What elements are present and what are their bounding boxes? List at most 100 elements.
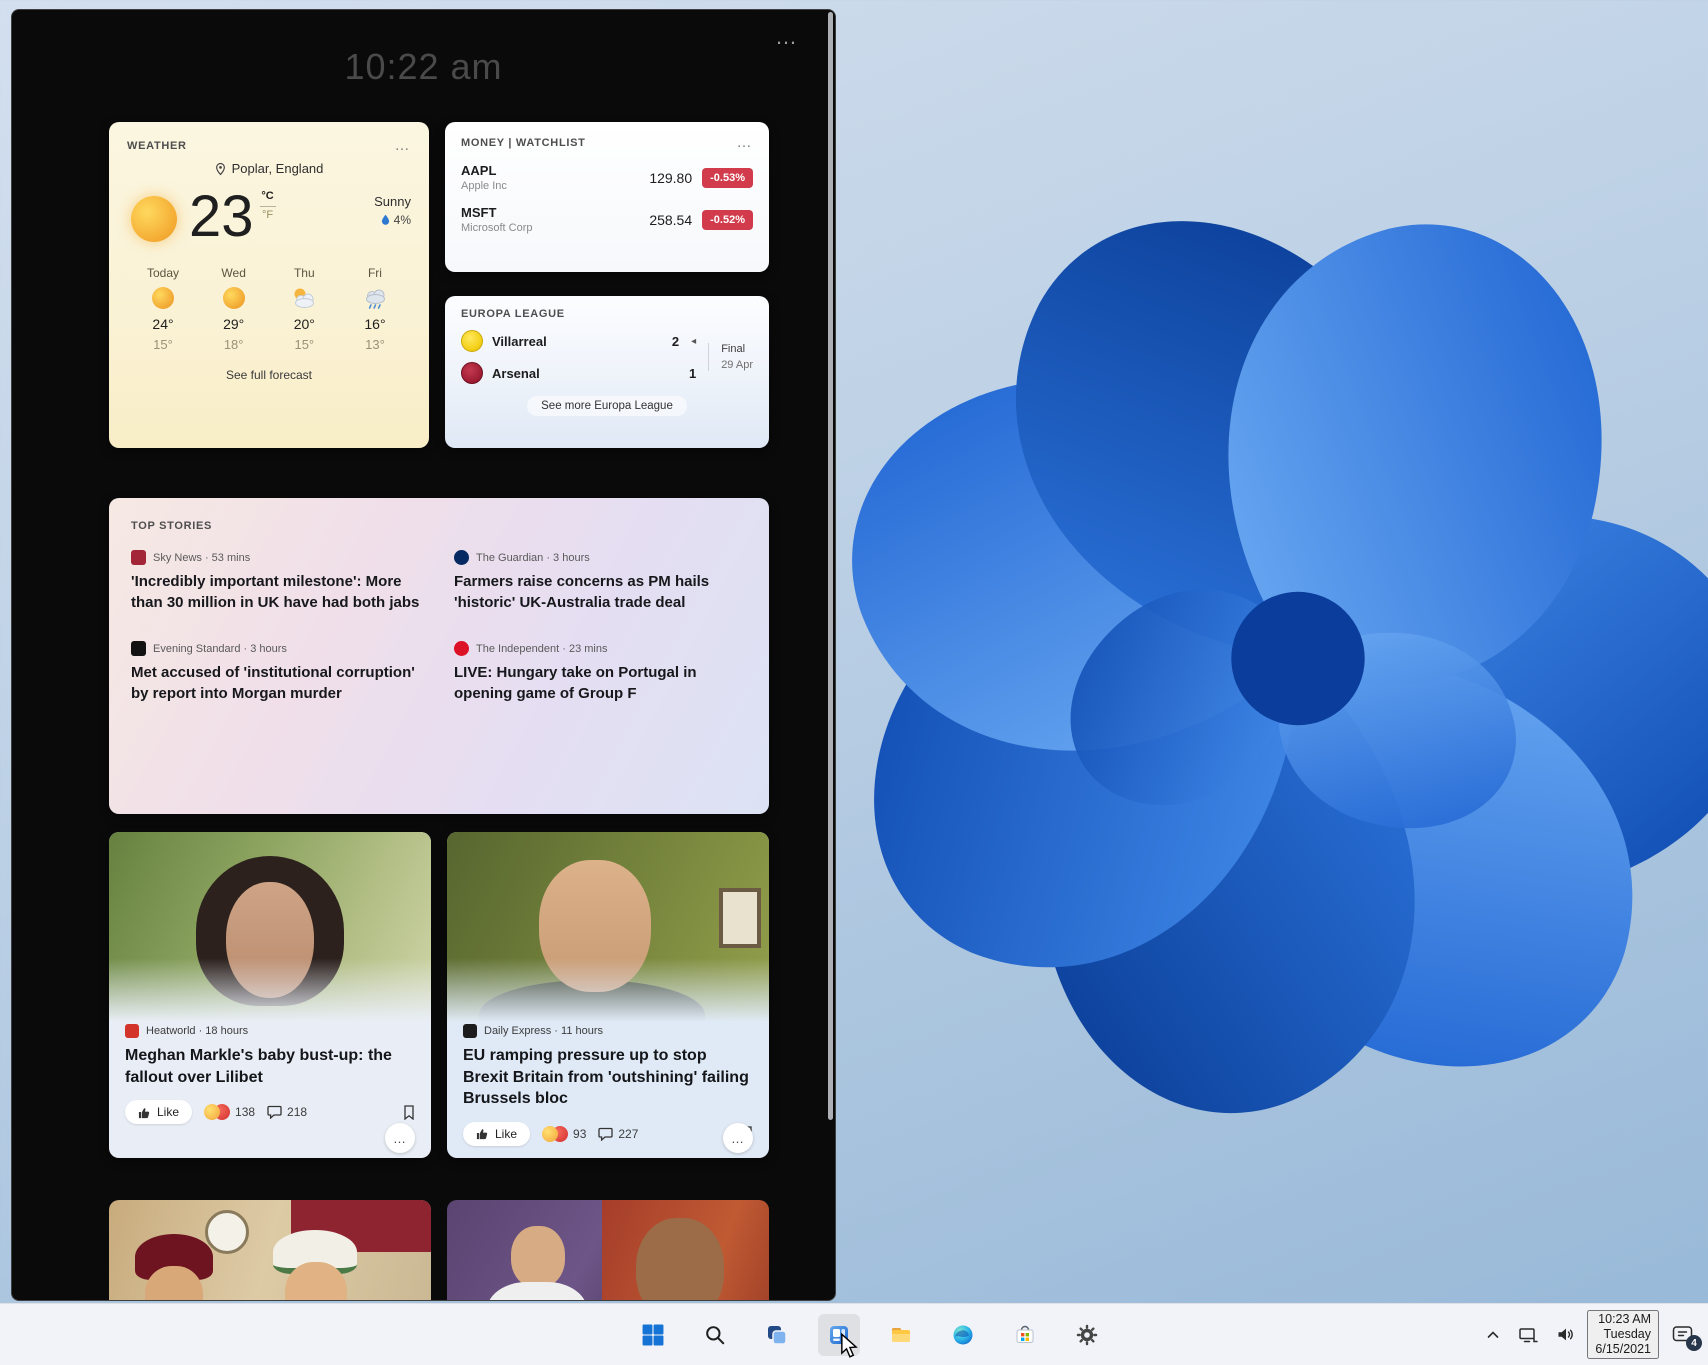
partly-cloudy-icon xyxy=(291,287,317,309)
reaction-count: 138 xyxy=(235,1105,255,1119)
news-card-partial-right[interactable] xyxy=(447,1200,769,1301)
winner-marker-icon: ◂ xyxy=(691,336,696,347)
unit-toggle[interactable]: °C °F xyxy=(260,190,276,221)
comments-button[interactable]: 227 xyxy=(598,1127,638,1141)
thumbs-up-icon xyxy=(138,1106,151,1119)
weather-more-button[interactable]: … xyxy=(395,138,412,153)
forecast-day-label: Today xyxy=(147,266,179,280)
news-card-meghan[interactable]: Heatworld · 18 hours Meghan Markle's bab… xyxy=(109,832,431,1158)
money-more-button[interactable]: … xyxy=(737,135,754,150)
news-card-partial-left[interactable] xyxy=(109,1200,431,1301)
forecast-day-thu[interactable]: Thu 20° 1 xyxy=(276,266,332,352)
rain-droplet-icon xyxy=(381,214,390,226)
network-status-button[interactable] xyxy=(1512,1320,1544,1350)
comment-count: 218 xyxy=(287,1105,307,1119)
widgets-right-column: MONEY | WATCHLIST … AAPL Apple Inc 129.8… xyxy=(445,122,769,448)
weather-location[interactable]: Poplar, England xyxy=(127,161,411,176)
story-item-guardian[interactable]: The Guardian · 3 hours Farmers raise con… xyxy=(454,550,747,613)
story-item-evening-standard[interactable]: Evening Standard · 3 hours Met accused o… xyxy=(131,641,424,704)
unit-fahrenheit[interactable]: °F xyxy=(262,209,273,221)
news-headline: Meghan Markle's baby bust-up: the fallou… xyxy=(125,1045,415,1088)
photo-shape xyxy=(205,1210,249,1254)
widgets-button[interactable] xyxy=(818,1314,860,1356)
taskbar-icon-group xyxy=(632,1304,1108,1365)
comments-button[interactable]: 218 xyxy=(267,1105,307,1119)
forecast-low: 15° xyxy=(153,337,173,352)
story-headline: Farmers raise concerns as PM hails 'hist… xyxy=(454,572,747,613)
reactions-cluster[interactable]: 93 xyxy=(542,1126,586,1142)
panel-scrollbar[interactable] xyxy=(828,12,833,1120)
see-full-forecast-link[interactable]: See full forecast xyxy=(226,368,312,382)
photo-fade xyxy=(447,958,769,1022)
reactions-cluster[interactable]: 138 xyxy=(204,1104,255,1120)
story-item-independent[interactable]: The Independent · 23 mins LIVE: Hungary … xyxy=(454,641,747,704)
stock-row-msft[interactable]: MSFT Microsoft Corp 258.54 -0.52% xyxy=(461,205,753,234)
edge-browser-button[interactable] xyxy=(942,1314,984,1356)
clock-date: 6/15/2021 xyxy=(1595,1342,1651,1357)
news-card-brexit[interactable]: Daily Express · 11 hours EU ramping pres… xyxy=(447,832,769,1158)
story-meta-label: The Independent · 23 mins xyxy=(476,643,607,655)
precipitation-label: 4% xyxy=(394,213,411,227)
stock-price: 258.54 xyxy=(649,212,692,228)
match-status-block: Final 29 Apr xyxy=(708,343,753,371)
reaction-count: 93 xyxy=(573,1127,586,1141)
forecast-day-label: Wed xyxy=(221,266,245,280)
like-button[interactable]: Like xyxy=(125,1100,192,1124)
sunny-icon xyxy=(223,287,245,309)
sun-icon xyxy=(131,196,177,242)
file-explorer-button[interactable] xyxy=(880,1314,922,1356)
comment-count: 227 xyxy=(618,1127,638,1141)
forecast-high: 24° xyxy=(152,316,173,332)
comment-icon xyxy=(598,1127,613,1141)
taskbar: 10:23 AM Tuesday 6/15/2021 4 xyxy=(0,1303,1708,1365)
like-button[interactable]: Like xyxy=(463,1122,530,1146)
start-button[interactable] xyxy=(632,1314,674,1356)
widgets-top-row: WEATHER … Poplar, England 23 xyxy=(109,122,769,448)
top-stories-title: TOP STORIES xyxy=(131,520,212,532)
sports-title: EUROPA LEAGUE xyxy=(461,308,565,320)
windows-logo-icon xyxy=(642,1324,664,1346)
sports-widget[interactable]: EUROPA LEAGUE Villarreal 2 ◂ xyxy=(445,296,769,448)
microsoft-store-button[interactable] xyxy=(1004,1314,1046,1356)
see-more-europa-league-link[interactable]: See more Europa League xyxy=(527,396,687,416)
smiley-emoji-icon xyxy=(542,1126,558,1142)
notification-center-button[interactable]: 4 xyxy=(1665,1318,1700,1351)
network-icon xyxy=(1518,1326,1538,1344)
unit-celsius[interactable]: °C xyxy=(261,190,273,204)
settings-button[interactable] xyxy=(1066,1314,1108,1356)
card-more-button[interactable]: … xyxy=(385,1123,415,1153)
gear-icon xyxy=(1075,1323,1099,1347)
money-widget[interactable]: MONEY | WATCHLIST … AAPL Apple Inc 129.8… xyxy=(445,122,769,272)
stock-company: Microsoft Corp xyxy=(461,222,533,234)
forecast-high: 20° xyxy=(294,316,315,332)
story-headline: Met accused of 'institutional corruption… xyxy=(131,663,424,704)
system-tray: 10:23 AM Tuesday 6/15/2021 4 xyxy=(1480,1304,1700,1365)
money-title: MONEY | WATCHLIST xyxy=(461,137,586,149)
like-label: Like xyxy=(157,1105,179,1119)
forecast-day-today[interactable]: Today 24° 15° xyxy=(135,266,191,352)
weather-widget[interactable]: WEATHER … Poplar, England 23 xyxy=(109,122,429,448)
wallpaper-bloom-graphic xyxy=(700,30,1708,1310)
task-view-button[interactable] xyxy=(756,1314,798,1356)
sunny-icon xyxy=(152,287,174,309)
thumbs-up-icon xyxy=(476,1127,489,1140)
forecast-day-wed[interactable]: Wed 29° 18° xyxy=(206,266,262,352)
bloom-center xyxy=(1231,592,1364,725)
forecast-row: Today 24° 15° Wed 29° 18° Thu xyxy=(127,266,411,352)
search-button[interactable] xyxy=(694,1314,736,1356)
volume-button[interactable] xyxy=(1550,1320,1581,1349)
stock-row-aapl[interactable]: AAPL Apple Inc 129.80 -0.53% xyxy=(461,163,753,192)
chevron-up-icon xyxy=(1486,1329,1500,1341)
guardian-favicon-icon xyxy=(454,550,469,565)
story-item-sky-news[interactable]: Sky News · 53 mins 'Incredibly important… xyxy=(131,550,424,613)
taskbar-clock[interactable]: 10:23 AM Tuesday 6/15/2021 xyxy=(1587,1310,1659,1360)
tray-overflow-chevron-button[interactable] xyxy=(1480,1323,1506,1347)
forecast-day-fri[interactable]: Fri xyxy=(347,266,403,352)
photo-shape xyxy=(636,1218,724,1301)
panel-more-button[interactable]: … xyxy=(775,26,799,48)
photo-fade xyxy=(109,958,431,1022)
story-headline: 'Incredibly important milestone': More t… xyxy=(131,572,424,613)
arsenal-crest-icon xyxy=(461,362,483,384)
bookmark-button[interactable] xyxy=(403,1105,415,1120)
card-more-button[interactable]: … xyxy=(723,1123,753,1153)
